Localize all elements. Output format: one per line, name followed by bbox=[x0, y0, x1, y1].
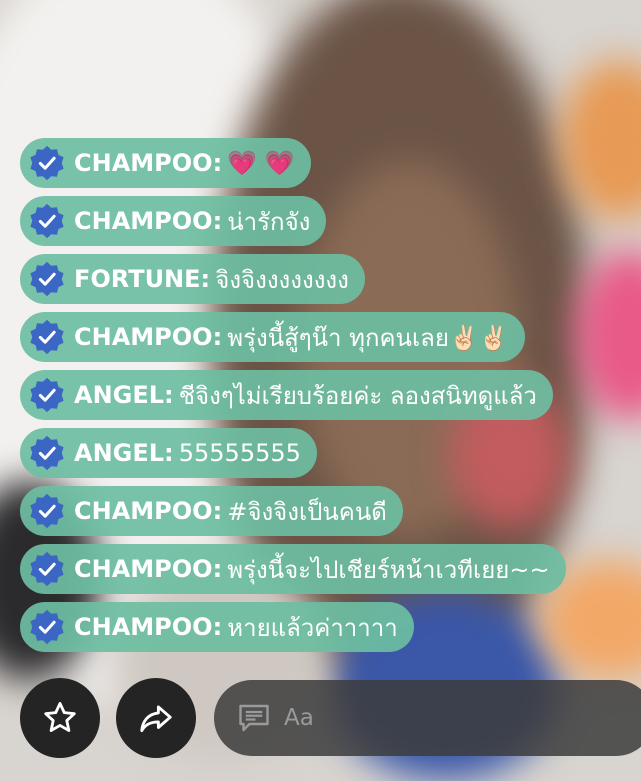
chat-separator: : bbox=[212, 613, 223, 641]
chat-separator: : bbox=[212, 207, 223, 235]
chat-message: CHAMPOO: น่ารักจัง bbox=[20, 196, 327, 246]
chat-text: 55555555 bbox=[178, 439, 301, 467]
chat-separator: : bbox=[164, 439, 174, 467]
chat-message: ANGEL: ชีจิงๆไม่เรียบร้อยค่ะ ลองสนิทดูแล… bbox=[20, 370, 553, 420]
chat-username: ANGEL bbox=[74, 381, 165, 409]
chat-username: CHAMPOO bbox=[74, 149, 213, 177]
chat-message: CHAMPOO: 💗 💗 bbox=[20, 138, 311, 188]
chat-separator: : bbox=[212, 497, 223, 525]
chat-separator: : bbox=[212, 555, 223, 583]
chat-message: CHAMPOO: หายแล้วค่าาาาา bbox=[20, 602, 414, 652]
comment-placeholder: Aa bbox=[284, 705, 314, 731]
chat-separator: : bbox=[164, 381, 174, 409]
share-icon bbox=[140, 705, 172, 733]
chat-message: ANGEL: 55555555 bbox=[20, 428, 317, 478]
chat-username: CHAMPOO bbox=[74, 613, 213, 641]
bottom-action-bar: Aa bbox=[0, 668, 641, 781]
chat-text: 💗 💗 bbox=[227, 149, 295, 177]
chat-text: น่ารักจัง bbox=[227, 207, 311, 236]
chat-text: จิงจิงงงงงงงง bbox=[215, 265, 349, 294]
chat-message: CHAMPOO: #จิงจิงเป็นคนดี bbox=[20, 486, 403, 536]
chat-username: CHAMPOO bbox=[74, 323, 213, 351]
chat-message: CHAMPOO: พรุ่งนี้จะไปเชียร์หน้าเวทีเยย~~ bbox=[20, 544, 566, 594]
comment-input[interactable]: Aa bbox=[214, 680, 641, 756]
verified-badge-icon bbox=[30, 609, 64, 645]
chat-message: FORTUNE: จิงจิงงงงงงงง bbox=[20, 254, 365, 304]
chat-username: CHAMPOO bbox=[74, 555, 213, 583]
chat-text: หายแล้วค่าาาาา bbox=[227, 613, 398, 642]
verified-badge-icon bbox=[30, 493, 64, 529]
share-button[interactable] bbox=[116, 678, 196, 758]
verified-badge-icon bbox=[30, 145, 64, 181]
chat-username: ANGEL bbox=[74, 439, 165, 467]
chat-separator: : bbox=[200, 265, 211, 293]
verified-badge-icon bbox=[30, 261, 64, 297]
chat-message: CHAMPOO: พรุ่งนี้สู้ๆน๊า ทุกคนเลย✌🏻✌🏻 bbox=[20, 312, 525, 362]
chat-text: #จิงจิงเป็นคนดี bbox=[227, 497, 387, 526]
chat-username: FORTUNE bbox=[74, 265, 201, 293]
verified-badge-icon bbox=[30, 551, 64, 587]
chat-username: CHAMPOO bbox=[74, 207, 213, 235]
verified-badge-icon bbox=[30, 319, 64, 355]
verified-badge-icon bbox=[30, 203, 64, 239]
verified-badge-icon bbox=[30, 377, 64, 413]
star-icon bbox=[44, 702, 76, 732]
chat-text: ชีจิงๆไม่เรียบร้อยค่ะ ลองสนิทดูแล้ว bbox=[178, 381, 537, 410]
chat-text: พรุ่งนี้สู้ๆน๊า ทุกคนเลย✌🏻✌🏻 bbox=[227, 323, 509, 352]
chat-username: CHAMPOO bbox=[74, 497, 213, 525]
chat-separator: : bbox=[212, 323, 223, 351]
favorite-button[interactable] bbox=[20, 678, 100, 758]
chat-text: พรุ่งนี้จะไปเชียร์หน้าเวทีเยย~~ bbox=[227, 555, 550, 584]
comment-icon bbox=[239, 704, 269, 732]
verified-badge-icon bbox=[30, 435, 64, 471]
chat-separator: : bbox=[212, 149, 223, 177]
